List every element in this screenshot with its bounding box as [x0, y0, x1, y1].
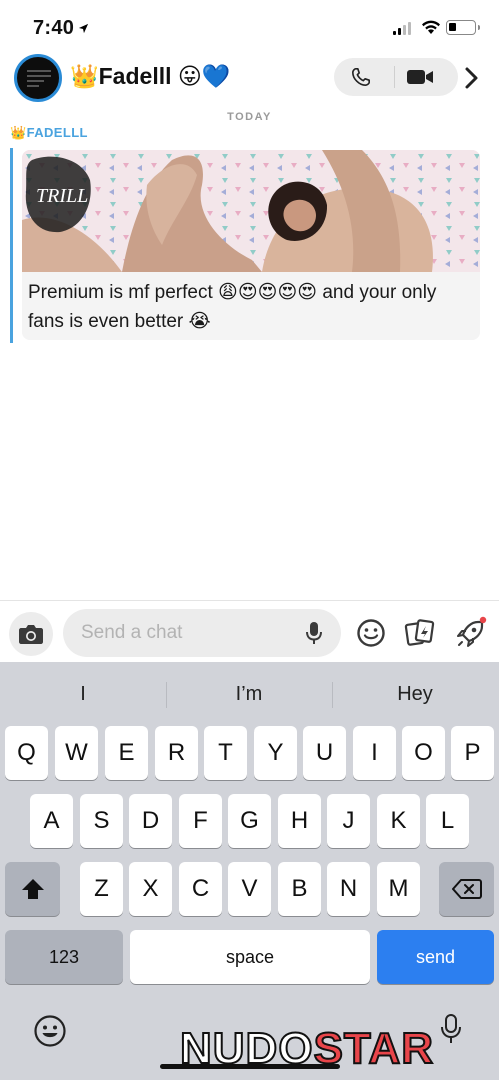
key-i[interactable]: I [353, 726, 396, 780]
key-z[interactable]: Z [80, 862, 123, 916]
key-h[interactable]: H [278, 794, 321, 848]
rocket-icon[interactable] [454, 616, 488, 650]
key-t[interactable]: T [204, 726, 247, 780]
keyboard: I I’m Hey Q W E R T Y U I O P A S D F G … [0, 662, 499, 1080]
chat-input-bar [0, 600, 499, 662]
key-r[interactable]: R [155, 726, 198, 780]
status-time: 7:40 [33, 17, 75, 39]
key-c[interactable]: C [179, 862, 222, 916]
key-v[interactable]: V [228, 862, 271, 916]
backspace-icon [451, 879, 482, 899]
key-o[interactable]: O [402, 726, 445, 780]
suggestion-3[interactable]: Hey [332, 670, 498, 718]
phone-icon[interactable] [350, 67, 372, 87]
key-d[interactable]: D [129, 794, 172, 848]
key-p[interactable]: P [451, 726, 494, 780]
chat-input[interactable] [63, 609, 341, 657]
date-divider: TODAY [227, 111, 272, 123]
space-key[interactable]: space [130, 930, 370, 984]
key-u[interactable]: U [303, 726, 346, 780]
key-b[interactable]: B [278, 862, 321, 916]
key-e[interactable]: E [105, 726, 148, 780]
key-s[interactable]: S [80, 794, 123, 848]
media-photo[interactable]: TRILL [22, 150, 480, 272]
key-a[interactable]: A [30, 794, 73, 848]
chat-header: 👑Fadelll 😛💙 [0, 50, 499, 106]
camera-icon [19, 625, 43, 644]
avatar[interactable] [14, 54, 62, 102]
backspace-key[interactable] [439, 862, 494, 916]
send-key[interactable]: send [377, 930, 494, 984]
key-g[interactable]: G [228, 794, 271, 848]
key-m[interactable]: M [377, 862, 420, 916]
key-f[interactable]: F [179, 794, 222, 848]
suggestion-2[interactable]: I’m [166, 670, 332, 718]
message-sender: 👑FADELLL [10, 125, 88, 140]
emoji-icon[interactable] [33, 1014, 67, 1048]
video-camera-icon[interactable] [406, 68, 434, 86]
cards-icon[interactable] [404, 617, 436, 649]
trill-logo: TRILL [25, 156, 91, 233]
chevron-right-icon[interactable] [462, 64, 482, 92]
key-l[interactable]: L [426, 794, 469, 848]
chat-title[interactable]: 👑Fadelll 😛💙 [70, 63, 231, 90]
battery-icon [446, 20, 480, 35]
key-x[interactable]: X [129, 862, 172, 916]
key-n[interactable]: N [327, 862, 370, 916]
key-j[interactable]: J [327, 794, 370, 848]
smiley-icon[interactable] [356, 618, 386, 648]
key-w[interactable]: W [55, 726, 98, 780]
microphone-icon[interactable] [305, 621, 323, 645]
numbers-key[interactable]: 123 [5, 930, 123, 984]
location-arrow-icon [79, 23, 89, 34]
camera-button[interactable] [9, 612, 53, 656]
message-caption: Premium is mf perfect 😩😍😍😍😍 and your onl… [28, 282, 437, 332]
wifi-icon [422, 20, 440, 34]
status-time-group: 7:40 [33, 17, 89, 40]
call-buttons [334, 58, 458, 96]
suggestion-bar: I I’m Hey [0, 670, 499, 718]
svg-text:TRILL: TRILL [36, 185, 88, 207]
key-q[interactable]: Q [5, 726, 48, 780]
site-watermark: NUDOSTAR [179, 1023, 495, 1074]
shift-icon [21, 879, 44, 899]
watermark-part-2: STAR [313, 1023, 435, 1074]
suggestion-1[interactable]: I [0, 670, 166, 718]
shift-key[interactable] [5, 862, 60, 916]
key-y[interactable]: Y [254, 726, 297, 780]
cellular-signal-icon [393, 22, 411, 35]
message-thread-bar [10, 148, 13, 343]
key-k[interactable]: K [377, 794, 420, 848]
watermark-part-1: NUDO [179, 1023, 314, 1074]
